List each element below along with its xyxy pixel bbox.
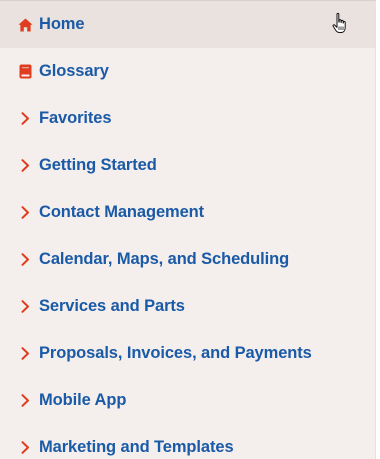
nav-item-marketing-and-templates[interactable]: Marketing and Templates: [0, 424, 375, 459]
chevron-right-icon: [17, 393, 33, 409]
nav-item-glossary[interactable]: Glossary: [0, 48, 375, 95]
chevron-right-icon: [17, 252, 33, 268]
nav-item-home[interactable]: Home: [0, 1, 375, 48]
chevron-right-icon: [17, 158, 33, 174]
nav-item-label: Favorites: [39, 109, 112, 127]
pointer-cursor-icon: [331, 12, 351, 36]
nav-item-proposals-invoices-payments[interactable]: Proposals, Invoices, and Payments: [0, 330, 375, 377]
nav-item-label: Proposals, Invoices, and Payments: [39, 344, 312, 362]
nav-item-getting-started[interactable]: Getting Started: [0, 142, 375, 189]
nav-item-label: Marketing and Templates: [39, 438, 234, 456]
nav-item-label: Services and Parts: [39, 297, 185, 315]
chevron-right-icon: [17, 299, 33, 315]
nav-item-label: Home: [39, 15, 85, 33]
home-icon: [17, 17, 33, 33]
nav-item-label: Contact Management: [39, 203, 205, 221]
chevron-right-icon: [17, 111, 33, 127]
nav-item-favorites[interactable]: Favorites: [0, 95, 375, 142]
nav-item-label: Mobile App: [39, 391, 127, 409]
nav-item-label: Glossary: [39, 62, 109, 80]
nav-item-label: Calendar, Maps, and Scheduling: [39, 250, 290, 268]
nav-item-label: Getting Started: [39, 156, 157, 174]
nav-item-calendar-maps-scheduling[interactable]: Calendar, Maps, and Scheduling: [0, 236, 375, 283]
book-icon: [17, 64, 33, 80]
nav-item-contact-management[interactable]: Contact Management: [0, 189, 375, 236]
nav-item-mobile-app[interactable]: Mobile App: [0, 377, 375, 424]
chevron-right-icon: [17, 205, 33, 221]
sidebar-nav: Home Glossary Favorites Getting Started …: [0, 0, 376, 459]
chevron-right-icon: [17, 440, 33, 456]
chevron-right-icon: [17, 346, 33, 362]
nav-item-services-and-parts[interactable]: Services and Parts: [0, 283, 375, 330]
